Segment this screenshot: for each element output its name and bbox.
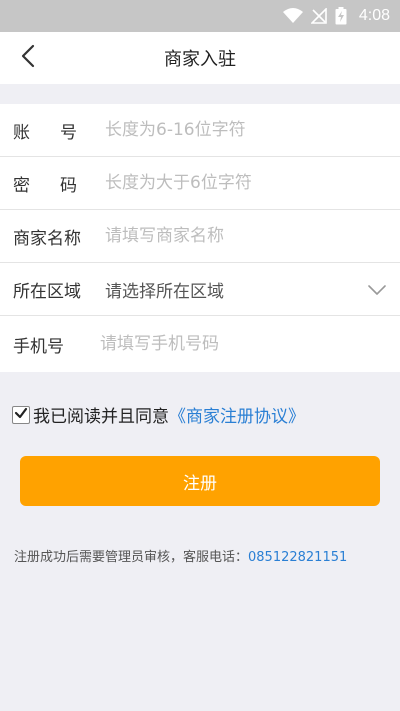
phone-input[interactable] (92, 334, 372, 354)
agreement-checkbox[interactable] (12, 405, 30, 424)
account-row: 账号 (0, 104, 400, 157)
battery-charging-icon (335, 7, 347, 25)
merchant-name-input[interactable] (92, 226, 372, 246)
check-icon (14, 405, 28, 424)
merchant-name-label: 商家名称 (13, 228, 81, 249)
password-row: 密码 (0, 157, 400, 210)
password-label: 密码 (13, 175, 107, 196)
agreement-link[interactable]: 《商家注册协议》 (169, 402, 305, 427)
nav-bar: 商家入驻 (0, 32, 400, 84)
review-note: 注册成功后需要管理员审核，客服电话：085122821151 (14, 546, 347, 565)
account-input[interactable] (92, 120, 372, 140)
phone-row: 手机号 (0, 316, 400, 372)
merchant-name-row: 商家名称 (0, 210, 400, 263)
password-input[interactable] (92, 173, 372, 193)
agreement-text: 我已阅读并且同意 (33, 407, 169, 427)
back-button[interactable] (14, 44, 42, 72)
region-label: 所在区域 (13, 281, 81, 302)
chevron-down-icon (368, 281, 386, 300)
region-value: 请选择所在区域 (105, 281, 224, 302)
signal-off-icon (310, 8, 327, 24)
back-arrow-icon (20, 44, 36, 72)
register-button[interactable]: 注册 (20, 456, 380, 506)
register-form: 账号 密码 商家名称 所在区域 请选择所在区域 手机号 (0, 104, 400, 372)
review-note-text: 注册成功后需要管理员审核，客服电话： (14, 550, 249, 565)
status-time: 4:08 (358, 7, 390, 24)
page-title: 商家入驻 (164, 49, 236, 70)
status-bar: 4:08 (0, 0, 400, 32)
region-select[interactable]: 所在区域 请选择所在区域 (0, 263, 400, 316)
phone-label: 手机号 (13, 336, 64, 357)
wifi-icon (282, 8, 303, 24)
agreement-row: 我已阅读并且同意 《商家注册协议》 (12, 402, 305, 427)
account-label: 账号 (13, 122, 107, 143)
service-phone-link[interactable]: 085122821151 (248, 550, 347, 565)
